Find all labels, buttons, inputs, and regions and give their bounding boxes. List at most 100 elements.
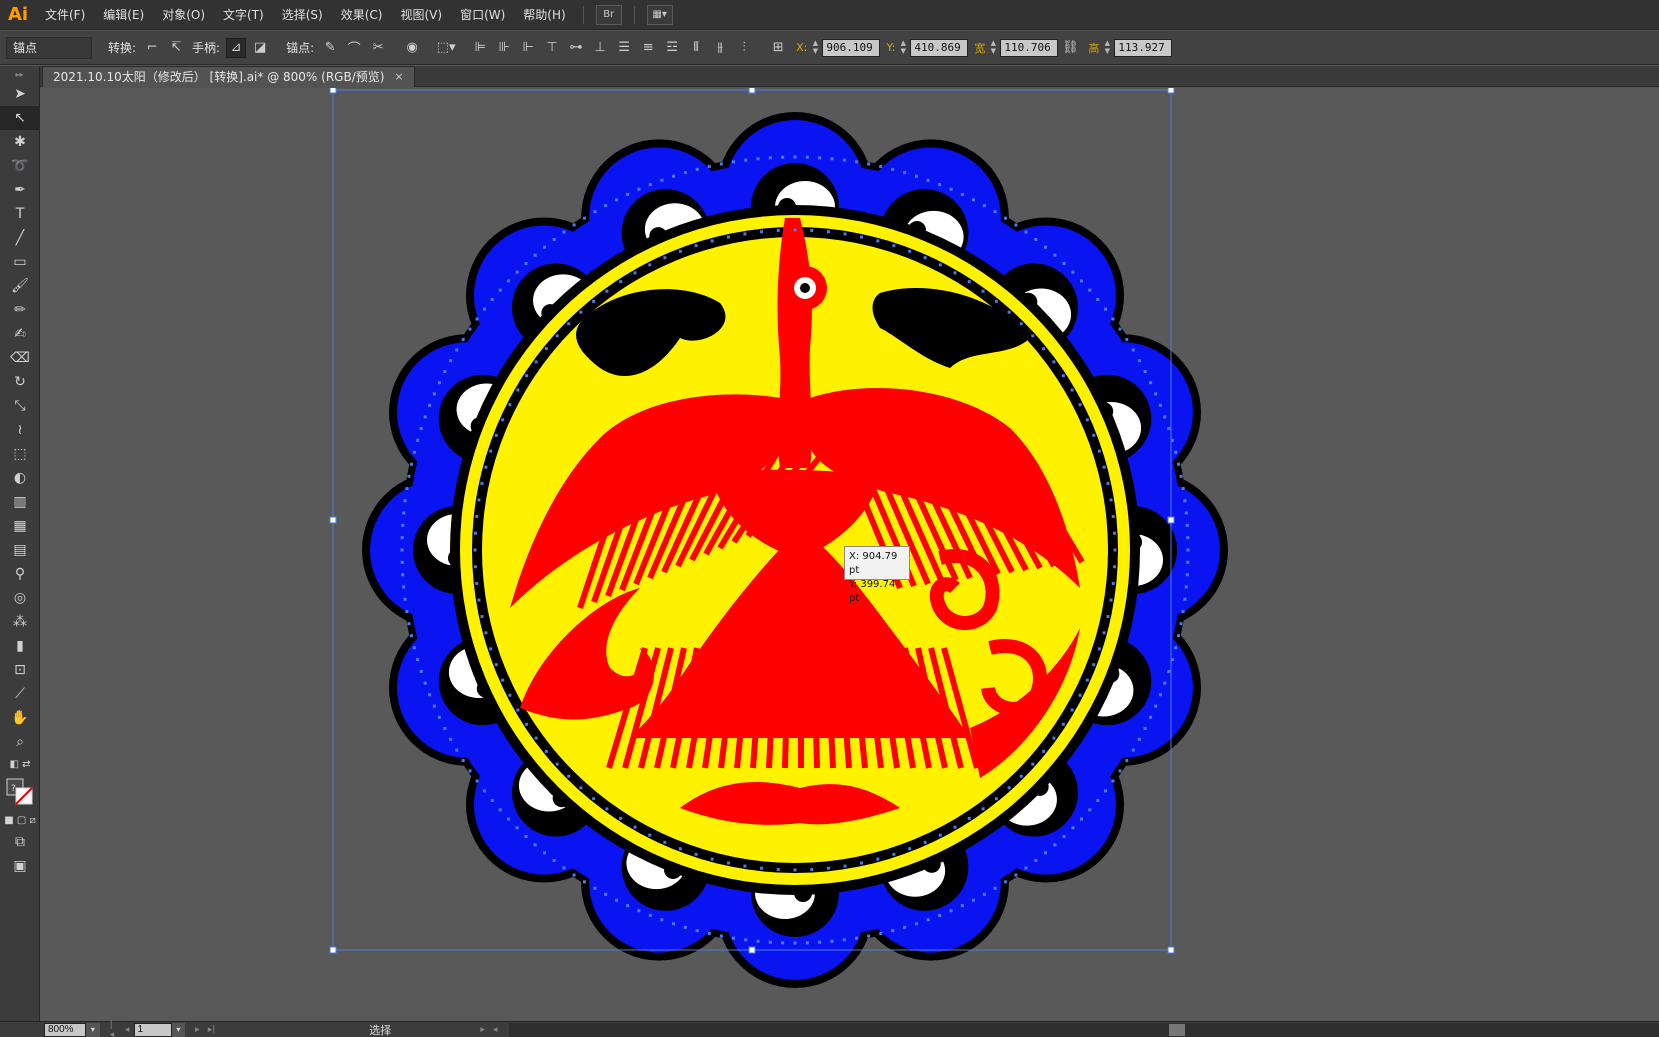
artboard-dropdown-icon[interactable]: ▾: [171, 1022, 186, 1037]
pen-tool-icon[interactable]: ✒: [0, 178, 40, 202]
mesh-tool-icon[interactable]: ▦: [0, 514, 40, 538]
screen-mode-icon[interactable]: ▣: [0, 854, 40, 878]
drawing-mode-icon[interactable]: ⧉: [0, 830, 40, 854]
column-graph-tool-icon[interactable]: ▮: [0, 634, 40, 658]
horizontal-scrollbar[interactable]: [509, 1022, 1659, 1037]
distribute-bottom-icon[interactable]: ☲: [662, 38, 682, 58]
bbox-handle-mr[interactable]: [1167, 516, 1175, 524]
menu-effect[interactable]: 效果(C): [332, 0, 392, 30]
isolate-object-icon[interactable]: ◉: [402, 38, 422, 58]
constrain-proportions-icon[interactable]: ⛓: [1060, 38, 1080, 58]
artboard-canvas[interactable]: X: 904.79 pt Y: 399.74 pt: [40, 88, 1659, 1021]
bbox-handle-ml[interactable]: [329, 516, 337, 524]
align-right-icon[interactable]: ⊩: [518, 38, 538, 58]
lasso-tool-icon[interactable]: ➰: [0, 154, 40, 178]
magic-wand-tool-icon[interactable]: ✱: [0, 130, 40, 154]
artboard-tool-icon[interactable]: ⊡: [0, 658, 40, 682]
artboard-number-field[interactable]: [133, 1022, 172, 1037]
arrange-documents-icon[interactable]: ▦▾: [646, 4, 673, 25]
bbox-handle-br[interactable]: [1167, 946, 1175, 954]
menu-edit[interactable]: 编辑(E): [94, 0, 153, 30]
document-tab[interactable]: 2021.10.10太阳（修改后） [转换].ai* @ 800% (RGB/预…: [42, 66, 415, 87]
scale-tool-icon[interactable]: ⤡: [0, 394, 40, 418]
hand-tool-icon[interactable]: ✋: [0, 706, 40, 730]
convert-to-smooth-icon[interactable]: ↸: [166, 38, 186, 58]
blob-brush-tool-icon[interactable]: ✍: [0, 322, 40, 346]
bbox-handle-tm[interactable]: [748, 88, 756, 94]
connect-endpoints-icon[interactable]: ⌒: [344, 38, 364, 58]
menu-file[interactable]: 文件(F): [36, 0, 94, 30]
gradient-tool-icon[interactable]: ▤: [0, 538, 40, 562]
align-top-icon[interactable]: ⊤: [542, 38, 562, 58]
zoom-field[interactable]: [44, 1022, 86, 1037]
prev-artboard-icon[interactable]: ◂: [125, 1025, 130, 1035]
height-spinner-icon[interactable]: ▲ ▼: [1102, 39, 1112, 57]
line-tool-icon[interactable]: ╱: [0, 226, 40, 250]
bbox-handle-bm[interactable]: [748, 946, 756, 954]
menu-type[interactable]: 文字(T): [214, 0, 273, 30]
symbol-sprayer-tool-icon[interactable]: ⁂: [0, 610, 40, 634]
selection-tool-icon[interactable]: ➤: [0, 82, 40, 106]
width-field[interactable]: [1000, 38, 1059, 57]
x-field[interactable]: [822, 38, 881, 57]
y-spinner-icon[interactable]: ▲ ▼: [898, 39, 908, 57]
warp-tool-icon[interactable]: ≀: [0, 418, 40, 442]
distribute-hcenter-icon[interactable]: ⫵: [710, 38, 730, 58]
color-mode-icons[interactable]: ■ ▢ ⧄: [0, 810, 40, 830]
panel-grip-icon[interactable]: ▸▸: [0, 66, 39, 82]
pencil-tool-icon[interactable]: ✏: [0, 298, 40, 322]
height-field[interactable]: [1114, 38, 1173, 57]
remove-anchor-icon[interactable]: ✎: [320, 38, 340, 58]
scrollbar-thumb[interactable]: [1169, 1023, 1186, 1036]
slice-tool-icon[interactable]: ⟋: [0, 682, 40, 706]
y-field[interactable]: [910, 38, 969, 57]
cut-path-icon[interactable]: ✂: [368, 38, 388, 58]
align-left-icon[interactable]: ⊫: [470, 38, 490, 58]
align-bottom-icon[interactable]: ⊥: [590, 38, 610, 58]
width-spinner-icon[interactable]: ▲ ▼: [988, 39, 998, 57]
bridge-icon[interactable]: Br: [595, 4, 622, 25]
rotate-tool-icon[interactable]: ↻: [0, 370, 40, 394]
zoom-dropdown-icon[interactable]: ▾: [86, 1022, 100, 1037]
close-icon[interactable]: ×: [394, 67, 403, 87]
shape-builder-tool-icon[interactable]: ◐: [0, 466, 40, 490]
perspective-grid-tool-icon[interactable]: ▥: [0, 490, 40, 514]
transform-reference-icon[interactable]: ⊞: [768, 38, 788, 58]
eyedropper-tool-icon[interactable]: ⚲: [0, 562, 40, 586]
bbox-handle-tr[interactable]: [1167, 88, 1175, 94]
bbox-handle-tl[interactable]: [329, 88, 337, 94]
align-hcenter-icon[interactable]: ⊪: [494, 38, 514, 58]
menu-view[interactable]: 视图(V): [391, 0, 451, 30]
zoom-tool-icon[interactable]: ⌕: [0, 730, 40, 754]
distribute-vcenter-icon[interactable]: ≡: [638, 38, 658, 58]
menu-object[interactable]: 对象(O): [153, 0, 214, 30]
type-tool-icon[interactable]: T: [0, 202, 40, 226]
free-transform-tool-icon[interactable]: ⬚: [0, 442, 40, 466]
bbox-handle-bl[interactable]: [329, 946, 337, 954]
hide-handles-icon[interactable]: ◪: [250, 38, 270, 58]
rectangle-tool-icon[interactable]: ▭: [0, 250, 40, 274]
status-menu-icon[interactable]: ▸: [480, 1025, 485, 1035]
first-artboard-icon[interactable]: |◂: [110, 1020, 117, 1037]
anchor-point: [402, 511, 406, 515]
eraser-tool-icon[interactable]: ⌫: [0, 346, 40, 370]
last-artboard-icon[interactable]: ▸|: [208, 1025, 216, 1035]
convert-to-corner-icon[interactable]: ⌐: [142, 38, 162, 58]
x-spinner-icon[interactable]: ▲ ▼: [810, 39, 820, 57]
align-to-selection-icon[interactable]: ⬚▾: [436, 38, 456, 58]
next-artboard-icon[interactable]: ▸: [195, 1025, 200, 1035]
distribute-right-icon[interactable]: ⫶: [734, 38, 754, 58]
scroll-left-icon[interactable]: ◂: [493, 1025, 498, 1035]
distribute-left-icon[interactable]: ⫴: [686, 38, 706, 58]
fill-stroke-swatch-icon[interactable]: ?: [0, 774, 40, 810]
menu-help[interactable]: 帮助(H): [514, 0, 574, 30]
show-handles-icon[interactable]: ⊿: [226, 37, 247, 58]
paintbrush-tool-icon[interactable]: 🖌: [0, 274, 40, 298]
distribute-top-icon[interactable]: ☰: [614, 38, 634, 58]
direct-selection-tool-icon[interactable]: ↖: [0, 106, 40, 130]
blend-tool-icon[interactable]: ◎: [0, 586, 40, 610]
default-colors-icon[interactable]: ◧ ⇄: [0, 754, 40, 774]
menu-window[interactable]: 窗口(W): [451, 0, 514, 30]
align-vcenter-icon[interactable]: ⊶: [566, 38, 586, 58]
menu-select[interactable]: 选择(S): [273, 0, 332, 30]
